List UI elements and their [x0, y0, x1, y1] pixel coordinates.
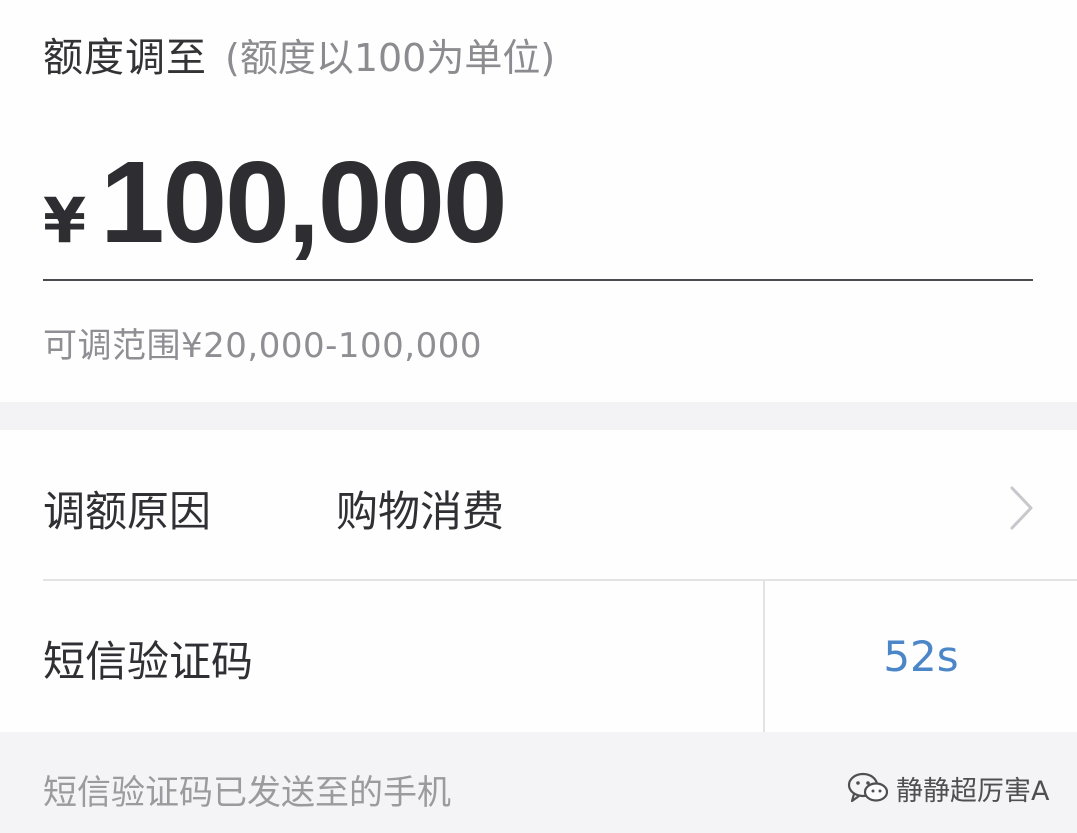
watermark-text: 静静超厉害A — [896, 775, 1050, 807]
chevron-right-icon — [1010, 486, 1033, 530]
currency-symbol: ¥ — [43, 184, 87, 257]
form-panel: 调额原因 购物消费 短信验证码 52s — [0, 430, 1077, 732]
sms-code-row: 短信验证码 52s — [0, 581, 1077, 732]
amount-title: 额度调至 — [43, 35, 207, 81]
reason-value: 购物消费 — [336, 487, 505, 536]
amount-panel: 额度调至 (额度以100为单位) ¥ 100,000 可调范围¥20,000-1… — [0, 0, 1077, 402]
amount-unit-hint: (额度以100为单位) — [225, 35, 556, 80]
sms-code-label[interactable]: 短信验证码 — [43, 628, 253, 689]
sms-sent-note: 短信验证码已发送至的手机 — [43, 773, 451, 813]
amount-header: 额度调至 (额度以100为单位) — [43, 24, 555, 84]
wechat-icon — [847, 772, 889, 803]
amount-input[interactable]: ¥ 100,000 — [43, 140, 507, 270]
amount-underline — [43, 279, 1033, 281]
reason-label: 调额原因 — [43, 487, 212, 536]
adjustable-range-text: 可调范围¥20,000-100,000 — [43, 326, 482, 366]
sms-countdown-button[interactable]: 52s — [765, 581, 1077, 732]
watermark: 静静超厉害A — [846, 768, 1049, 808]
section-gap — [0, 402, 1077, 430]
reason-row[interactable]: 调额原因 购物消费 — [0, 430, 1077, 579]
amount-value[interactable]: 100,000 — [100, 144, 507, 270]
